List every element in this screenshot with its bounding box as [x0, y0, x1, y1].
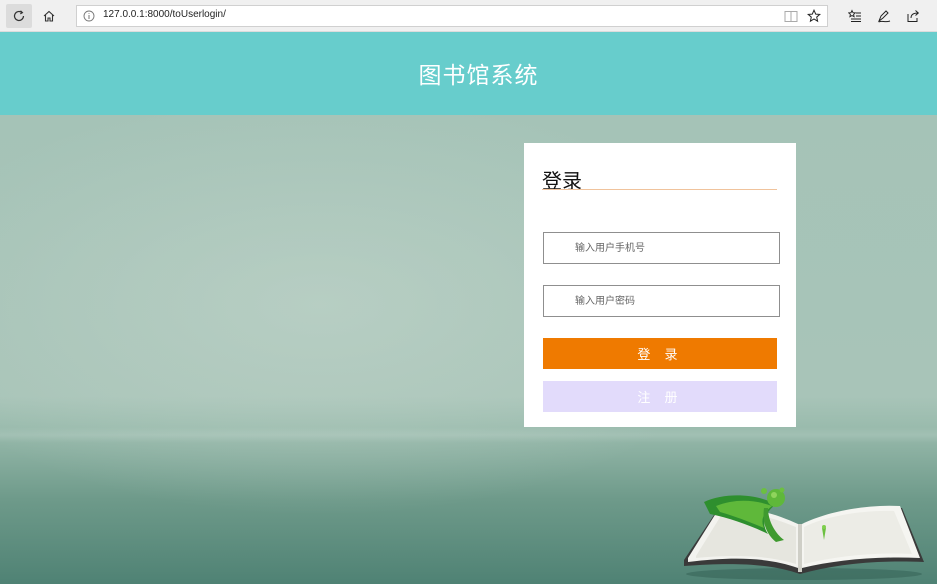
- share-icon[interactable]: [906, 9, 920, 23]
- refresh-button[interactable]: [6, 4, 32, 28]
- info-icon[interactable]: [83, 10, 95, 22]
- pen-icon[interactable]: [877, 9, 891, 23]
- refresh-icon: [13, 10, 25, 22]
- favorites-list-icon[interactable]: [848, 9, 862, 23]
- favorite-star-icon[interactable]: [807, 9, 821, 23]
- open-book-illustration: [684, 487, 924, 580]
- password-input[interactable]: [544, 286, 779, 316]
- reading-view-icon[interactable]: [784, 10, 798, 23]
- register-button[interactable]: 注 册: [543, 381, 777, 412]
- phone-input[interactable]: [544, 233, 779, 263]
- home-button[interactable]: [36, 4, 62, 28]
- url-text[interactable]: 127.0.0.1:8000/toUserlogin/: [103, 9, 226, 20]
- page-header: 图书馆系统: [0, 32, 937, 115]
- phone-field[interactable]: [543, 232, 780, 264]
- home-icon: [43, 10, 55, 22]
- browser-toolbar: 127.0.0.1:8000/toUserlogin/: [0, 0, 937, 32]
- login-card: 登录 登 录 注 册: [524, 143, 796, 427]
- site-title: 图书馆系统: [418, 63, 539, 89]
- background-light-band: [0, 427, 937, 443]
- login-button[interactable]: 登 录: [543, 338, 777, 369]
- heading-underline: [542, 189, 777, 190]
- password-field[interactable]: [543, 285, 780, 317]
- address-bar[interactable]: 127.0.0.1:8000/toUserlogin/: [76, 5, 828, 27]
